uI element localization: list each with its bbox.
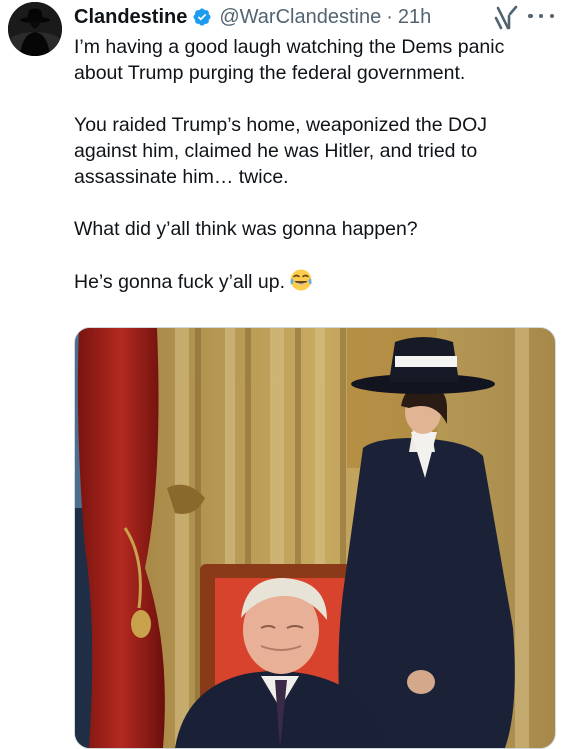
laughing-crying-emoji-icon (289, 268, 313, 299)
dot-icon (528, 13, 533, 19)
grok-icon[interactable] (492, 4, 520, 32)
dot-icon (538, 13, 544, 19)
tweet-paragraph: You raided Trump’s home, weaponized the … (74, 114, 487, 188)
tweet[interactable]: Clandestine @WarClandestine · 21h I’m ha… (0, 0, 568, 749)
separator-dot: · (386, 5, 393, 28)
tweet-paragraph: What did y’all think was gonna happen? (74, 218, 418, 240)
tweet-header: Clandestine @WarClandestine · 21h (74, 4, 431, 30)
tweet-photo[interactable] (74, 327, 556, 749)
dot-icon (549, 13, 554, 19)
tweet-paragraph-last: He’s gonna fuck y’all up. (74, 268, 554, 299)
verified-badge-icon (192, 7, 212, 27)
tweet-paragraph: He’s gonna fuck y’all up. (74, 271, 286, 293)
user-handle[interactable]: @WarClandestine (219, 6, 381, 29)
timestamp[interactable]: 21h (398, 6, 431, 29)
attached-photo-icon (75, 328, 555, 748)
tweet-paragraph: I’m having a good laugh watching the Dem… (74, 36, 505, 84)
avatar[interactable] (8, 2, 62, 56)
display-name[interactable]: Clandestine (74, 6, 187, 29)
hat-silhouette-icon (8, 2, 62, 56)
tweet-text: I’m having a good laugh watching the Dem… (74, 34, 554, 299)
more-dots-icon[interactable] (528, 8, 554, 24)
